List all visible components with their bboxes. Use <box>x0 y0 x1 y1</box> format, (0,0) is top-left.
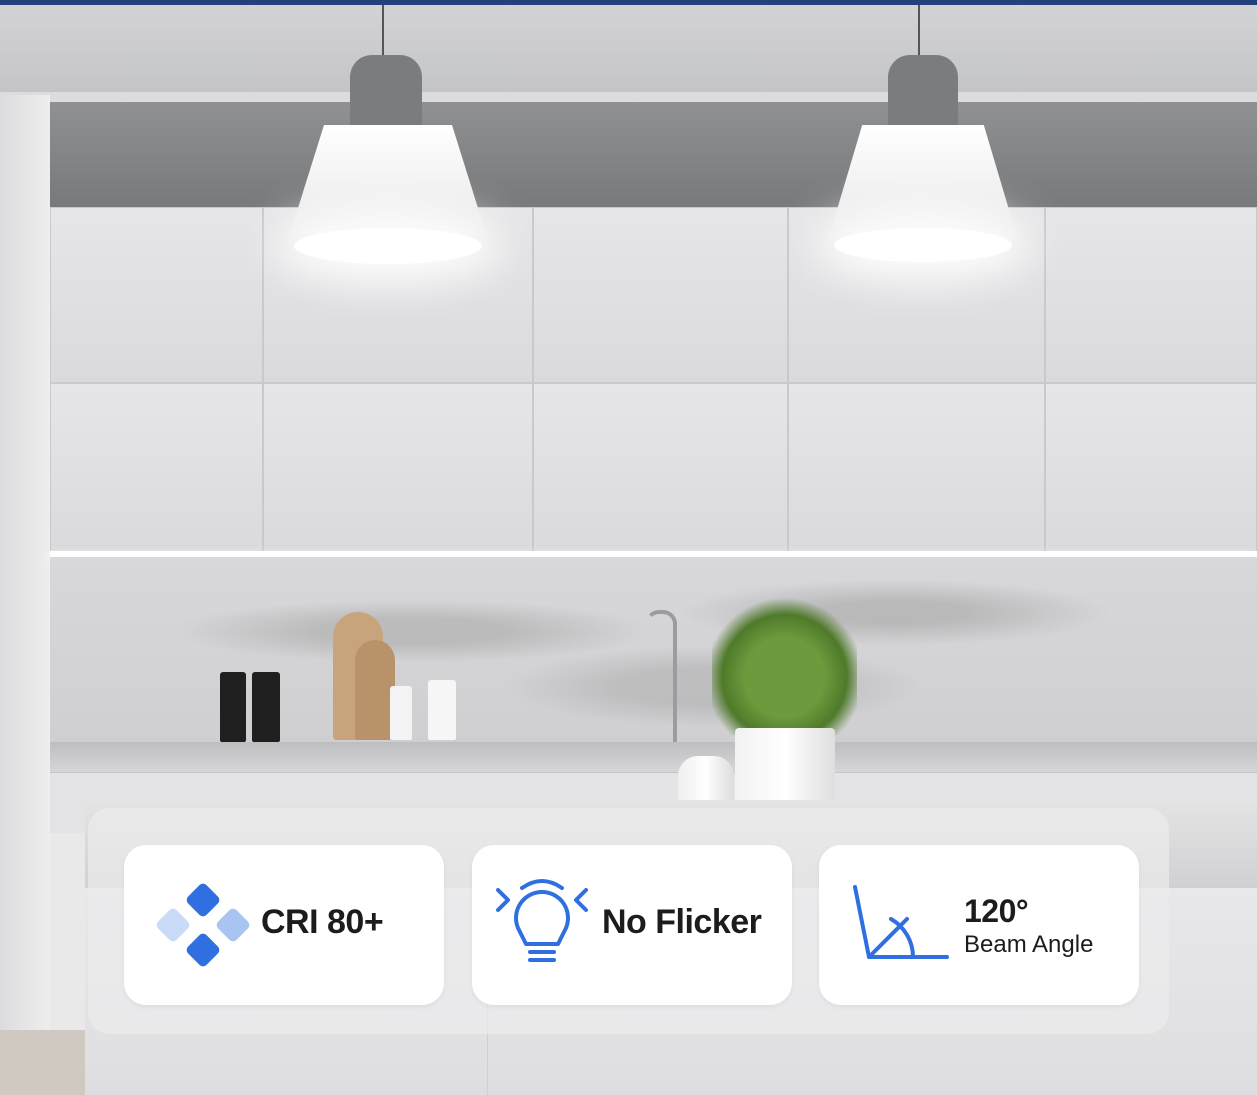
pendant-chain <box>382 5 384 60</box>
soffit <box>48 102 1257 207</box>
cabinet-door <box>1045 383 1257 552</box>
jar <box>390 686 412 740</box>
pendant-glow <box>834 228 1012 262</box>
pendant-light <box>828 0 1018 270</box>
cabinet-door <box>533 207 788 383</box>
cabinet-door <box>50 207 263 383</box>
feature-card-beam: 120° Beam Angle <box>819 845 1139 1005</box>
back-countertop <box>50 742 1257 772</box>
pendant-cap <box>350 55 422 130</box>
pendant-chain <box>918 5 920 60</box>
cornice <box>0 92 1257 102</box>
upper-cabinets <box>50 207 1257 552</box>
plant <box>712 590 857 735</box>
beam-angle-label: Beam Angle <box>964 931 1094 958</box>
cabinet-door <box>263 383 533 552</box>
floor <box>0 1030 85 1095</box>
bottle <box>252 672 280 742</box>
cabinet-door <box>50 383 263 552</box>
cabinet-door <box>788 383 1045 552</box>
color-diamond-icon <box>156 883 250 967</box>
bottle <box>220 672 246 742</box>
faucet <box>645 610 677 744</box>
pendant-shade <box>828 125 1018 240</box>
pendant-shade <box>288 125 488 240</box>
cutting-board <box>355 640 395 740</box>
feature-title: CRI 80+ <box>261 903 384 941</box>
bulb-no-flicker-icon <box>496 879 588 962</box>
beam-angle-icon <box>853 885 949 959</box>
pendant-cap <box>888 55 958 130</box>
ceiling <box>0 5 1257 95</box>
feature-card-flicker: No Flicker <box>472 845 792 1005</box>
cabinet-door <box>1045 207 1257 383</box>
feature-title: No Flicker <box>602 903 762 941</box>
beam-angle-value: 120° <box>964 893 1029 929</box>
left-wall <box>0 95 50 1095</box>
pendant-light <box>288 0 488 270</box>
jar <box>428 680 456 740</box>
feature-card-cri: CRI 80+ <box>124 845 444 1005</box>
pendant-glow <box>294 228 482 264</box>
cabinet-door <box>533 383 788 552</box>
